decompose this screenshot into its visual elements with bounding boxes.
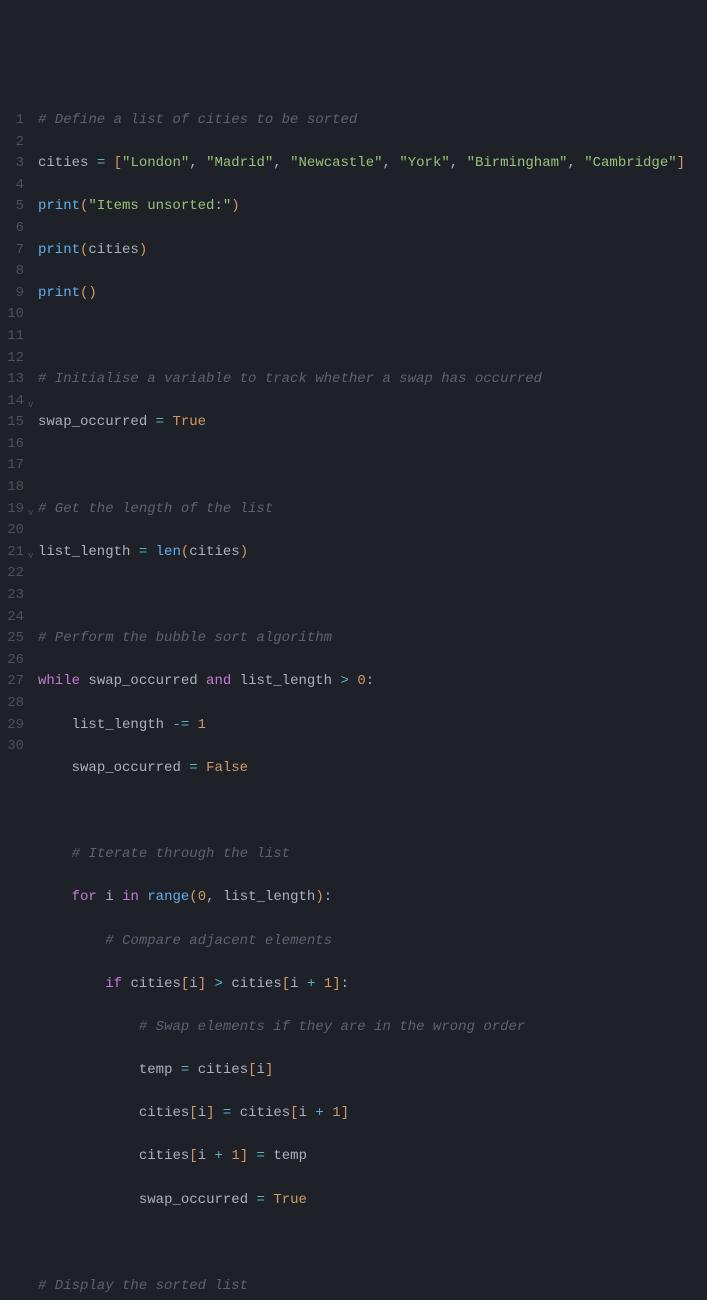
line-number: 5 — [0, 196, 24, 218]
code-line: # Define a list of cities to be sorted — [38, 110, 707, 132]
line-number: 8 — [0, 261, 24, 283]
line-number-gutter: 1234567891011121314151617181920212223242… — [0, 88, 28, 1300]
line-number: 22 — [0, 563, 24, 585]
code-line: print() — [38, 283, 707, 305]
code-area[interactable]: # Define a list of cities to be sorted c… — [38, 88, 707, 1300]
line-number: 11 — [0, 326, 24, 348]
line-number: 15 — [0, 412, 24, 434]
line-number: 28 — [0, 693, 24, 715]
fold-marker-icon[interactable]: v — [28, 499, 38, 521]
code-line: if cities[i] > cities[i + 1]: — [38, 974, 707, 996]
line-number: 10 — [0, 304, 24, 326]
code-line: # Compare adjacent elements — [38, 931, 707, 953]
code-line — [38, 455, 707, 477]
line-number: 25 — [0, 628, 24, 650]
line-number: 17 — [0, 455, 24, 477]
line-number: 30 — [0, 736, 24, 758]
code-line: temp = cities[i] — [38, 1060, 707, 1082]
code-line: # Perform the bubble sort algorithm — [38, 628, 707, 650]
line-number: 3 — [0, 153, 24, 175]
line-number: 21 — [0, 542, 24, 564]
line-number: 27 — [0, 671, 24, 693]
code-line: cities = ["London", "Madrid", "Newcastle… — [38, 153, 707, 175]
line-number: 7 — [0, 240, 24, 262]
fold-marker-icon[interactable]: v — [28, 391, 38, 413]
line-number: 24 — [0, 607, 24, 629]
code-line — [38, 326, 707, 348]
line-number: 9 — [0, 283, 24, 305]
fold-marker-icon[interactable]: v — [28, 542, 38, 564]
line-number: 13 — [0, 369, 24, 391]
line-number: 4 — [0, 175, 24, 197]
code-line — [38, 1233, 707, 1255]
code-line: print(cities) — [38, 240, 707, 262]
code-line: # Display the sorted list — [38, 1276, 707, 1298]
line-number: 2 — [0, 132, 24, 154]
code-line: # Swap elements if they are in the wrong… — [38, 1017, 707, 1039]
code-line: # Initialise a variable to track whether… — [38, 369, 707, 391]
line-number: 19 — [0, 499, 24, 521]
code-line: cities[i + 1] = temp — [38, 1146, 707, 1168]
code-line — [38, 585, 707, 607]
code-line: while swap_occurred and list_length > 0: — [38, 671, 707, 693]
code-line: for i in range(0, list_length): — [38, 887, 707, 909]
code-line: swap_occurred = True — [38, 412, 707, 434]
line-number: 26 — [0, 650, 24, 672]
fold-gutter: v v v — [28, 88, 38, 1300]
line-number: 20 — [0, 520, 24, 542]
line-number: 29 — [0, 715, 24, 737]
code-line: # Get the length of the list — [38, 499, 707, 521]
line-number: 6 — [0, 218, 24, 240]
line-number: 16 — [0, 434, 24, 456]
line-number: 1 — [0, 110, 24, 132]
code-line: swap_occurred = False — [38, 758, 707, 780]
line-number: 14 — [0, 391, 24, 413]
line-number: 23 — [0, 585, 24, 607]
code-line: swap_occurred = True — [38, 1190, 707, 1212]
code-line: # Iterate through the list — [38, 844, 707, 866]
code-line — [38, 801, 707, 823]
code-line: list_length = len(cities) — [38, 542, 707, 564]
line-number: 18 — [0, 477, 24, 499]
code-line: cities[i] = cities[i + 1] — [38, 1103, 707, 1125]
code-line: list_length -= 1 — [38, 715, 707, 737]
line-number: 12 — [0, 348, 24, 370]
code-line: print("Items unsorted:") — [38, 196, 707, 218]
code-editor: 1234567891011121314151617181920212223242… — [0, 86, 707, 1300]
